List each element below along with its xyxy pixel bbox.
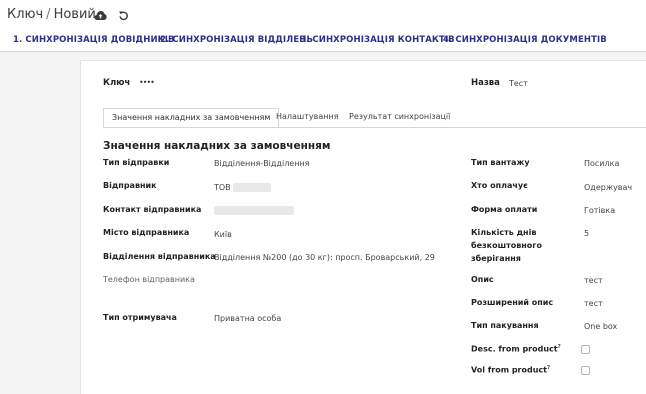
tab-defaults[interactable]: Значення накладних за замовченням: [103, 108, 280, 128]
ship-type-label: Тип відправки: [103, 158, 170, 167]
payment-form-field[interactable]: Готівка: [584, 206, 615, 215]
vol-from-product-text: Vol from product: [471, 365, 547, 375]
payer-label: Хто оплачує: [471, 181, 528, 190]
tab-sync-result[interactable]: Результат синхронізації: [341, 108, 458, 128]
packaging-type-label: Тип пакування: [471, 321, 539, 330]
tab-sync-branches[interactable]: 2. СИНХРОНІЗАЦІЯ ВІДДІЛЕНЬ: [160, 35, 313, 45]
desc-from-product-label: Desc. from product?: [471, 344, 561, 354]
desc-from-product-checkbox[interactable]: [581, 345, 590, 354]
tab-sync-directories[interactable]: 1. СИНХРОНІЗАЦІЯ ДОВІДНИКІВ: [13, 35, 175, 45]
desc-from-product-text: Desc. from product: [471, 344, 558, 354]
description-label: Опис: [471, 275, 494, 284]
help-icon[interactable]: ?: [547, 365, 550, 371]
tab-sync-documents[interactable]: 4. СИНХРОНІЗАЦІЯ ДОКУМЕНТІВ: [443, 35, 607, 45]
breadcrumb: Ключ / Новий: [7, 7, 96, 22]
breadcrumb-separator: /: [46, 7, 51, 22]
sender-value: ТОВ: [214, 183, 231, 192]
free-days-label-line3: зберігання: [471, 254, 521, 263]
tab-sync-contacts[interactable]: 3. СИНХРОНІЗАЦІЯ КОНТАКТІВ: [300, 35, 455, 45]
city-field[interactable]: Київ: [214, 230, 232, 239]
packaging-type-field[interactable]: One box: [584, 322, 617, 331]
contact-field[interactable]: [214, 206, 294, 215]
free-days-label-line2: безкоштовного: [471, 241, 542, 250]
name-field[interactable]: Тест: [509, 79, 528, 88]
cargo-type-label: Тип вантажу: [471, 158, 530, 167]
cargo-type-field[interactable]: Посилка: [584, 159, 619, 168]
phone-label: Телефон відправника: [103, 275, 195, 284]
breadcrumb-parent[interactable]: Ключ: [7, 7, 43, 22]
free-days-field[interactable]: 5: [584, 229, 589, 238]
undo-icon[interactable]: [116, 8, 130, 22]
sender-field[interactable]: ТОВ: [214, 183, 272, 192]
section-title: Значення накладних за замовченням: [103, 140, 331, 152]
ship-type-field[interactable]: Відділення-Відділення: [214, 159, 310, 168]
payer-field[interactable]: Одержувач: [584, 183, 632, 192]
control-panel: Ключ / Новий: [0, 0, 646, 30]
branch-label: Відділення відправника: [103, 252, 216, 261]
extended-description-field[interactable]: тест: [584, 299, 603, 308]
contact-label: Контакт відправника: [103, 205, 202, 214]
sender-label: Відправник: [103, 181, 157, 190]
payment-form-label: Форма оплати: [471, 205, 538, 214]
cloud-upload-icon[interactable]: [93, 8, 107, 22]
city-label: Місто відправника: [103, 228, 190, 237]
redacted-block: [214, 206, 294, 215]
help-icon[interactable]: ?: [558, 344, 561, 350]
left-gutter: [0, 52, 80, 394]
recipient-type-label: Тип отримувача: [103, 313, 177, 322]
tabs-divider: [103, 127, 646, 128]
vol-from-product-checkbox[interactable]: [581, 366, 590, 375]
key-label: Ключ: [103, 78, 131, 88]
recipient-type-field[interactable]: Приватна особа: [214, 314, 281, 323]
vol-from-product-label: Vol from product?: [471, 365, 550, 375]
sync-tabs-bar: 1. СИНХРОНІЗАЦІЯ ДОВІДНИКІВ 2. СИНХРОНІЗ…: [0, 30, 646, 52]
name-label: Назва: [471, 78, 500, 88]
description-field[interactable]: тест: [584, 276, 603, 285]
branch-field[interactable]: Відділення №200 (до 30 кг): просп. Брова…: [214, 253, 435, 262]
redacted-block: [233, 183, 272, 192]
free-days-label-line1: Кількість днів: [471, 228, 537, 237]
breadcrumb-current: Новий: [53, 7, 96, 22]
key-field[interactable]: ••••: [139, 78, 155, 87]
tab-settings[interactable]: Налаштування: [268, 108, 347, 128]
extended-description-label: Розширений опис: [471, 298, 554, 307]
